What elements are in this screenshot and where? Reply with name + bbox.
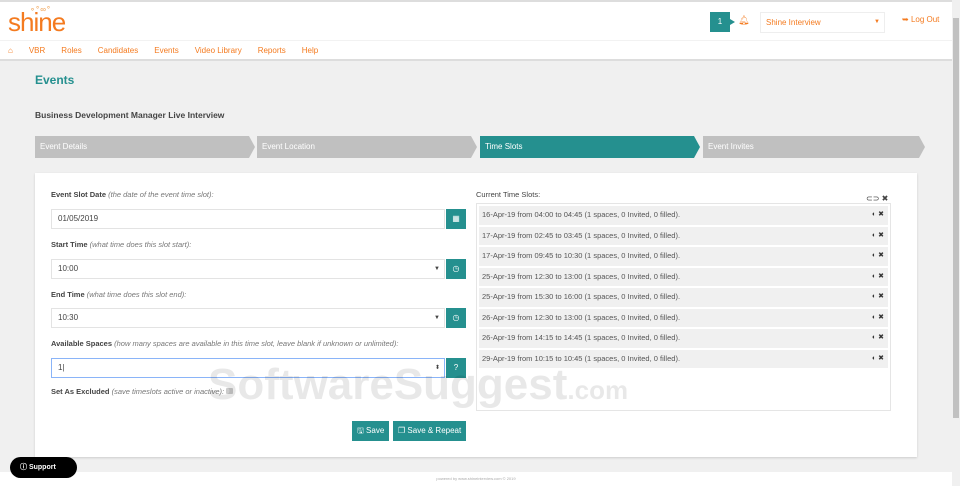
help-circle-icon: ⓘ [20,464,29,471]
time-slot-row: 26-Apr-19 from 12:30 to 13:00 (1 spaces,… [479,308,888,327]
save-button[interactable]: 🖫︎ Save [352,421,390,441]
logout-icon: ➥ [902,15,911,24]
calendar-icon[interactable]: ▦ [446,209,466,229]
event-name: Business Development Manager Live Interv… [35,110,225,120]
end-time-select[interactable]: 10:30 ▼ [51,308,445,328]
slots-controls: ⊂⊃ ✖ [866,194,888,203]
step-event-invites[interactable]: Event Invites [703,136,925,158]
nav-candidates[interactable]: Candidates [98,46,138,55]
time-slot-row: 25-Apr-19 from 15:30 to 16:00 (1 spaces,… [479,288,888,307]
time-slot-row: 17-Apr-19 from 02:45 to 03:45 (1 spaces,… [479,226,888,245]
logout-link[interactable]: ➥ Log Out [902,15,939,24]
delete-icon[interactable]: ✖ [878,273,884,280]
spinner-icon[interactable]: ⬍ [435,359,440,377]
nav-help[interactable]: Help [302,46,318,55]
caret-down-icon: ▼ [434,315,440,321]
delete-icon[interactable]: ✖ [878,355,884,362]
clock-icon[interactable]: ◷ [446,308,466,328]
date-input[interactable]: 01/05/2019 [51,209,445,229]
delete-icon[interactable]: ✖ [878,252,884,259]
clock-icon[interactable]: ◷ [446,259,466,279]
slot-text: 17-Apr-19 from 02:45 to 03:45 (1 spaces,… [482,230,681,240]
time-slot-row: 17-Apr-19 from 09:45 to 10:30 (1 spaces,… [479,247,888,266]
toggle-icon[interactable]: ◐ [872,232,876,239]
nav-roles[interactable]: Roles [61,46,81,55]
save-icon: 🖫︎ [357,426,367,435]
delete-icon[interactable]: ✖ [878,211,884,218]
time-slot-row: 16-Apr-19 from 04:00 to 04:45 (1 spaces,… [479,206,888,225]
slot-text: 25-Apr-19 from 12:30 to 13:00 (1 spaces,… [482,271,681,281]
toggle-icon[interactable]: ◐ [872,334,876,341]
step-event-location[interactable]: Event Location [257,136,477,158]
delete-all-icon[interactable]: ✖ [882,194,889,203]
nav-reports[interactable]: Reports [258,46,286,55]
delete-icon[interactable]: ✖ [878,293,884,300]
toggle-all-icon[interactable]: ⊂⊃ [866,194,879,203]
copy-icon: ❐ [398,426,408,435]
slots-title: Current Time Slots: [476,190,541,199]
toggle-icon[interactable]: ◐ [872,273,876,280]
end-time-label: End Time (what time does this slot end): [51,290,187,299]
slot-text: 17-Apr-19 from 09:45 to 10:30 (1 spaces,… [482,251,681,260]
start-time-label: Start Time (what time does this slot sta… [51,240,192,249]
toggle-icon[interactable]: ◐ [872,293,876,300]
bell-icon[interactable]: 🔔︎ [738,15,749,26]
slot-text: 16-Apr-19 from 04:00 to 04:45 (1 spaces,… [482,210,681,219]
time-slot-panel: Event Slot Date (the date of the event t… [35,173,917,457]
time-slot-row: 29-Apr-19 from 10:15 to 10:45 (1 spaces,… [479,349,888,368]
nav-video-library[interactable]: Video Library [195,46,242,55]
time-slot-list: 16-Apr-19 from 04:00 to 04:45 (1 spaces,… [476,203,891,411]
caret-down-icon: ▼ [434,266,440,272]
account-select[interactable]: Shine Interview ▼ [760,12,885,33]
spaces-label: Available Spaces (how many spaces are av… [51,339,399,348]
home-icon[interactable]: ⌂ [8,46,13,55]
spaces-input[interactable]: 1| ⬍ [51,358,445,378]
wizard-steps: Event Details Event Location Time Slots … [35,136,925,158]
delete-icon[interactable]: ✖ [878,314,884,321]
excluded-label: Set As Excluded (save timeslots active o… [51,387,234,396]
main-nav: ⌂ VBR Roles Candidates Events Video Libr… [0,40,952,61]
toggle-icon[interactable]: ◐ [872,355,876,362]
slot-text: 26-Apr-19 from 14:15 to 14:45 (1 spaces,… [482,333,681,342]
top-bar: ∘°∞° shine 1 🔔︎ Shine Interview ▼ ➥ Log Ou… [0,0,952,40]
support-button[interactable]: ⓘ Support [10,457,77,478]
page-title: Events [35,73,75,87]
slot-text: 26-Apr-19 from 12:30 to 13:00 (1 spaces,… [482,312,681,322]
excluded-checkbox[interactable] [226,388,234,394]
save-repeat-button[interactable]: ❐ Save & Repeat [393,421,467,441]
time-slot-row: 25-Apr-19 from 12:30 to 13:00 (1 spaces,… [479,267,888,286]
shine-logo[interactable]: ∘°∞° shine [8,5,66,38]
slot-text: 25-Apr-19 from 15:30 to 16:00 (1 spaces,… [482,292,681,301]
delete-icon[interactable]: ✖ [878,232,884,239]
nav-vbr[interactable]: VBR [29,46,45,55]
toggle-icon[interactable]: ◐ [872,211,876,218]
help-button[interactable]: ? [446,358,466,378]
toggle-icon[interactable]: ◐ [872,314,876,321]
slot-text: 29-Apr-19 from 10:15 to 10:45 (1 spaces,… [482,353,681,363]
nav-events[interactable]: Events [154,46,178,55]
footer: powered by www.shineinterview.com © 2019 [0,472,952,486]
start-time-select[interactable]: 10:00 ▼ [51,259,445,279]
time-slot-row: 26-Apr-19 from 14:15 to 14:45 (1 spaces,… [479,329,888,348]
step-time-slots[interactable]: Time Slots [480,136,700,158]
scrollbar[interactable] [952,0,960,486]
step-event-details[interactable]: Event Details [35,136,255,158]
caret-down-icon: ▼ [874,19,880,25]
delete-icon[interactable]: ✖ [878,334,884,341]
notification-count[interactable]: 1 [710,12,735,32]
date-label: Event Slot Date (the date of the event t… [51,190,214,199]
scrollbar-thumb[interactable] [953,18,959,418]
toggle-icon[interactable]: ◐ [872,252,876,259]
